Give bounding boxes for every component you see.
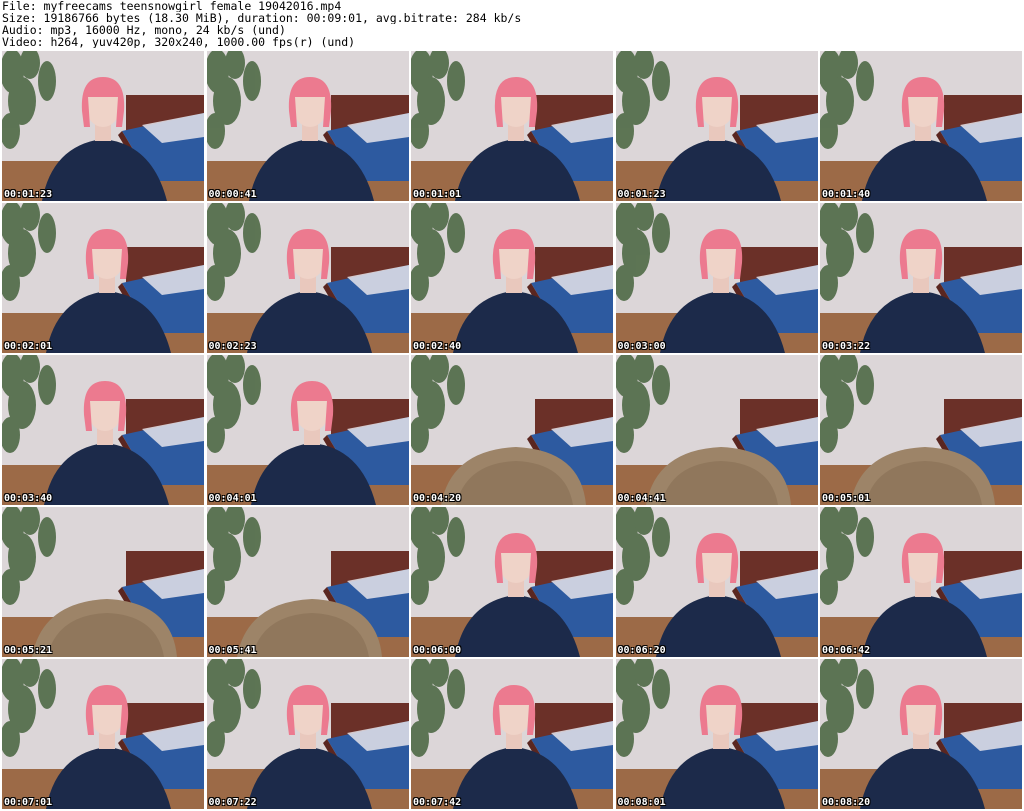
webcam-scene (411, 355, 613, 505)
webcam-scene (206, 51, 409, 201)
webcam-scene (615, 51, 818, 201)
thumbnail-timestamp: 00:07:42 (413, 797, 462, 808)
thumbnail-timestamp: 00:03:40 (4, 493, 53, 504)
video-thumbnail: 00:03:00 (615, 203, 818, 353)
video-thumbnail: 00:03:40 (2, 355, 204, 505)
webcam-scene (820, 355, 1022, 505)
video-thumbnail: 00:05:01 (820, 355, 1022, 505)
thumbnail-timestamp: 00:04:01 (208, 493, 257, 504)
video-thumbnail: 00:01:01 (411, 51, 613, 201)
thumbnail-timestamp: 00:08:20 (822, 797, 871, 808)
webcam-scene (206, 203, 409, 353)
video-thumbnail: 00:02:23 (206, 203, 409, 353)
video-thumbnail: 00:08:01 (615, 659, 818, 809)
webcam-scene (820, 659, 1022, 809)
thumbnail-timestamp: 00:07:22 (208, 797, 257, 808)
video-thumbnail: 00:04:41 (615, 355, 818, 505)
webcam-scene (411, 203, 613, 353)
video-thumbnail: 00:06:20 (615, 507, 818, 657)
webcam-scene (2, 507, 204, 657)
video-thumbnail: 00:02:40 (411, 203, 613, 353)
webcam-scene (615, 203, 818, 353)
video-thumbnail: 00:07:22 (206, 659, 409, 809)
file-info-header: File: myfreecams_teensnowgirl_female_190… (2, 0, 1022, 48)
thumbnail-timestamp: 00:01:01 (413, 189, 462, 200)
thumbnail-grid: 00:01:23 00:00:41 00:01:01 00:01:23 00:01:40… (2, 51, 1022, 809)
webcam-scene (411, 659, 613, 809)
video-thumbnail: 00:02:01 (2, 203, 204, 353)
webcam-scene (2, 659, 204, 809)
video-thumbnail: 00:03:22 (820, 203, 1022, 353)
webcam-scene (615, 659, 818, 809)
thumbnail-timestamp: 00:04:20 (413, 493, 462, 504)
thumbnail-timestamp: 00:00:41 (208, 189, 257, 200)
video-thumbnail: 00:07:42 (411, 659, 613, 809)
webcam-scene (206, 355, 409, 505)
audio-info-line: Audio: mp3, 16000 Hz, mono, 24 kb/s (und… (2, 24, 286, 36)
thumbnail-timestamp: 00:03:00 (617, 341, 666, 352)
thumbnail-timestamp: 00:07:01 (4, 797, 53, 808)
webcam-scene (2, 51, 204, 201)
thumbnail-timestamp: 00:02:23 (208, 341, 257, 352)
webcam-scene (206, 659, 409, 809)
webcam-scene (615, 507, 818, 657)
video-thumbnail: 00:00:41 (206, 51, 409, 201)
thumbnail-timestamp: 00:01:40 (822, 189, 871, 200)
file-size-line: Size: 19186766 bytes (18.30 MiB), durati… (2, 12, 522, 24)
video-thumbnail: 00:06:00 (411, 507, 613, 657)
video-thumbnail: 00:04:01 (206, 355, 409, 505)
thumbnail-timestamp: 00:06:42 (822, 645, 871, 656)
webcam-scene (2, 203, 204, 353)
thumbnail-timestamp: 00:05:21 (4, 645, 53, 656)
video-thumbnail: 00:01:23 (2, 51, 204, 201)
webcam-scene (411, 51, 613, 201)
video-thumbnail: 00:07:01 (2, 659, 204, 809)
video-thumbnail: 00:06:42 (820, 507, 1022, 657)
webcam-scene (820, 203, 1022, 353)
thumbnail-timestamp: 00:06:00 (413, 645, 462, 656)
thumbnail-timestamp: 00:04:41 (617, 493, 666, 504)
video-thumbnail: 00:04:20 (411, 355, 613, 505)
thumbnail-timestamp: 00:01:23 (4, 189, 53, 200)
video-info-line: Video: h264, yuv420p, 320x240, 1000.00 f… (2, 36, 356, 48)
video-thumbnail: 00:05:21 (2, 507, 204, 657)
webcam-scene (820, 51, 1022, 201)
thumbnail-timestamp: 00:06:20 (617, 645, 666, 656)
video-thumbnail: 00:08:20 (820, 659, 1022, 809)
webcam-scene (411, 507, 613, 657)
thumbnail-timestamp: 00:05:41 (208, 645, 257, 656)
webcam-scene (615, 355, 818, 505)
thumbnail-timestamp: 00:08:01 (617, 797, 666, 808)
thumbnail-timestamp: 00:02:40 (413, 341, 462, 352)
thumbnail-timestamp: 00:03:22 (822, 341, 871, 352)
thumbnail-timestamp: 00:02:01 (4, 341, 53, 352)
webcam-scene (206, 507, 409, 657)
thumbnail-timestamp: 00:05:01 (822, 493, 871, 504)
file-name-line: File: myfreecams_teensnowgirl_female_190… (2, 0, 342, 12)
thumbnail-timestamp: 00:01:23 (617, 189, 666, 200)
webcam-scene (2, 355, 204, 505)
video-thumbnail: 00:01:40 (820, 51, 1022, 201)
video-thumbnail: 00:05:41 (206, 507, 409, 657)
video-thumbnail: 00:01:23 (615, 51, 818, 201)
webcam-scene (820, 507, 1022, 657)
